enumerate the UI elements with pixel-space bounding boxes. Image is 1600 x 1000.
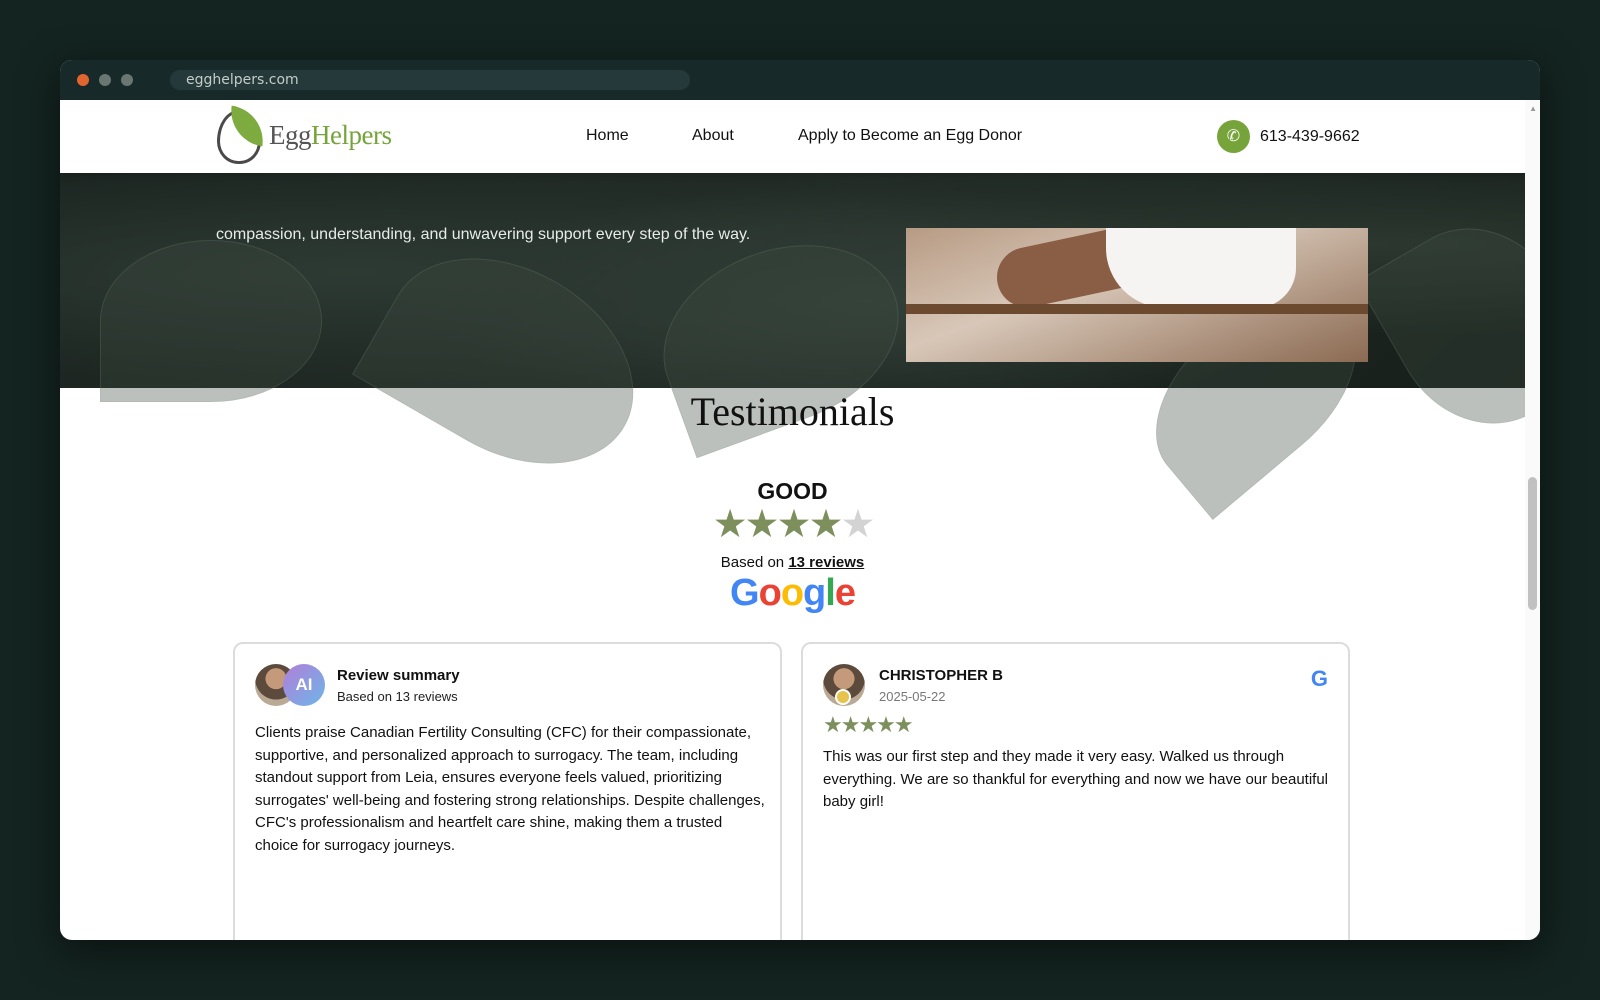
site-logo[interactable]: EggHelpers <box>217 105 407 166</box>
close-window-button[interactable] <box>77 74 89 86</box>
review-stars: ★★★★★ <box>823 712 914 737</box>
reviewer-name: CHRISTOPHER B <box>879 667 1003 684</box>
review-summary-card: AI Review summary Based on 13 reviews Cl… <box>233 642 782 940</box>
review-date: 2025-05-22 <box>879 689 946 704</box>
site-header: EggHelpers Home About Apply to Become an… <box>60 100 1525 173</box>
reviews-link[interactable]: 13 reviews <box>788 554 864 571</box>
phone-icon[interactable]: ✆ <box>1217 120 1250 153</box>
phone-number-link[interactable]: 613-439-9662 <box>1260 128 1360 146</box>
nav-about-link[interactable]: About <box>692 127 734 145</box>
scrollbar[interactable]: ▲ <box>1525 100 1540 940</box>
address-bar[interactable]: egghelpers.com <box>170 70 690 90</box>
nav-home-link[interactable]: Home <box>586 127 629 145</box>
google-g-icon: G <box>1310 666 1328 691</box>
photo-detail <box>1106 228 1296 308</box>
overall-rating-stars: ★★★★★ <box>60 502 1525 547</box>
browser-titlebar: egghelpers.com <box>60 60 1540 100</box>
logo-word-egg: Egg <box>269 120 312 150</box>
leaf-decoration <box>352 216 670 506</box>
page-viewport: compassion, understanding, and unwaverin… <box>60 100 1540 940</box>
review-summary-text: Clients praise Canadian Fertility Consul… <box>255 724 765 854</box>
review-card: CHRISTOPHER B 2025-05-22 G ★★★★★ This wa… <box>801 642 1350 940</box>
logo-wordmark: EggHelpers <box>269 120 392 151</box>
star-icon: ★ <box>712 503 748 546</box>
hero-text: compassion, understanding, and unwaverin… <box>216 226 751 243</box>
star-icon: ★ <box>744 503 780 546</box>
ai-badge-icon: AI <box>283 664 325 706</box>
rating-label: GOOD <box>757 478 828 504</box>
leaf-decoration <box>100 240 322 402</box>
browser-window: egghelpers.com compassion, understanding… <box>60 60 1540 940</box>
photo-detail <box>906 304 1368 314</box>
google-logo: Google <box>730 572 856 614</box>
scroll-up-arrow-icon[interactable]: ▲ <box>1529 104 1537 113</box>
review-summary-title: Review summary <box>337 667 460 684</box>
review-summary-subtitle: Based on 13 reviews <box>337 689 458 704</box>
star-icon: ★ <box>776 503 812 546</box>
hero-photo <box>906 228 1368 362</box>
logo-word-helpers: Helpers <box>311 120 392 150</box>
minimize-window-button[interactable] <box>99 74 111 86</box>
star-icon: ★ <box>808 503 843 546</box>
nav-apply-link[interactable]: Apply to Become an Egg Donor <box>798 127 1022 145</box>
local-guide-badge-icon <box>835 689 851 705</box>
testimonials-title: Testimonials <box>690 389 895 434</box>
maximize-window-button[interactable] <box>121 74 133 86</box>
review-text: This was our first step and they made it… <box>823 748 1329 810</box>
review-count-prefix: Based on <box>720 554 785 571</box>
review-count: Based on 13 reviews <box>60 554 1525 571</box>
scrollbar-thumb[interactable] <box>1528 477 1537 610</box>
star-empty-icon: ★ <box>840 503 875 546</box>
